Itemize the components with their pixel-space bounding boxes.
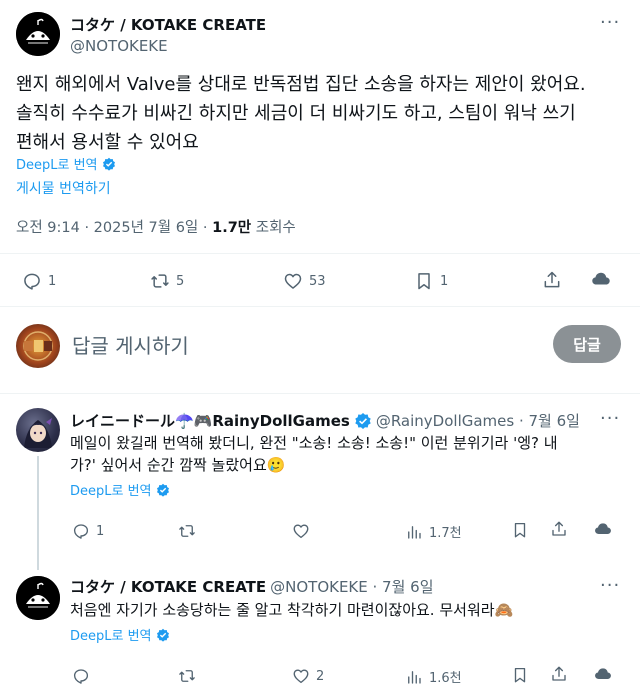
heart-icon	[293, 524, 309, 539]
reply-icon	[73, 524, 89, 539]
retweet-action[interactable]: 5	[150, 271, 184, 291]
deepl-label: DeepL로 번역	[70, 484, 152, 499]
reply-author-name[interactable]: レイニードール☂️🎮RainyDollGames	[70, 410, 350, 431]
verified-badge-icon	[102, 157, 115, 171]
bookmark-icon	[514, 522, 526, 538]
deepl-label: DeepL로 번역	[70, 629, 152, 644]
author-name[interactable]: コタケ / KOTAKE CREATE	[70, 14, 266, 35]
bookmark-action[interactable]	[511, 521, 529, 539]
views-count: 1.7만	[212, 220, 252, 236]
bookmark-icon	[514, 667, 526, 683]
views-count: 1.6천	[429, 671, 462, 686]
retweet-icon	[179, 670, 195, 682]
divider	[0, 253, 640, 254]
thread-line	[37, 456, 39, 570]
reply-text: 메일이 왔길래 번역해 봤더니, 완전 "소송! 소송! 소송!" 이런 분위기…	[70, 432, 630, 476]
divider	[0, 393, 640, 394]
bookmark-count: 1	[440, 273, 449, 289]
tweet-text-line: 편해서 용서할 수 있어요	[16, 132, 199, 153]
share-icon	[552, 521, 566, 536]
reply-count: 1	[48, 273, 57, 289]
reply-author-avatar[interactable]	[16, 408, 60, 452]
reply-input[interactable]: 답글 게시하기	[72, 330, 189, 359]
reply-header: レイニードール☂️🎮RainyDollGames @RainyDollGames…	[70, 410, 580, 431]
more-options-icon[interactable]: ···	[600, 408, 620, 429]
cloud-icon	[592, 272, 610, 285]
retweet-action[interactable]	[178, 667, 202, 685]
tweet-timestamp[interactable]: 오전 9:14 · 2025년 7월 6일 · 1.7만 조회수	[16, 216, 296, 237]
like-action[interactable]	[292, 522, 316, 540]
reply-text: 처음엔 자기가 소송당하는 줄 알고 착각하기 마련이잖아요. 무서워라🙈	[70, 599, 630, 621]
verified-badge-icon	[156, 483, 169, 497]
more-options-icon[interactable]: ···	[600, 575, 620, 596]
like-count: 2	[316, 668, 325, 684]
share-action[interactable]	[542, 270, 562, 290]
grok-action[interactable]	[590, 268, 612, 290]
analytics-icon	[408, 670, 421, 684]
tweet-text-line: 솔직히 수수료가 비싸긴 하지만 세금이 더 비싸기도 하고, 스팀이 워낙 쓰…	[16, 103, 576, 124]
reply-author-avatar[interactable]	[16, 576, 60, 620]
like-action[interactable]: 53	[283, 271, 326, 291]
bookmark-icon	[418, 273, 430, 290]
deepl-translate-link[interactable]: DeepL로 번역	[70, 625, 170, 644]
reply-action[interactable]	[72, 667, 96, 685]
bookmark-action[interactable]	[511, 666, 529, 684]
share-action[interactable]	[550, 665, 568, 683]
reply-action[interactable]: 1	[22, 271, 56, 291]
more-options-icon[interactable]: ···	[600, 12, 620, 33]
grok-action[interactable]	[593, 519, 613, 539]
reply-author-name[interactable]: コタケ / KOTAKE CREATE	[70, 576, 266, 597]
bookmark-action[interactable]: 1	[414, 271, 448, 291]
share-icon	[544, 271, 560, 288]
grok-action[interactable]	[593, 664, 613, 684]
analytics-icon	[408, 525, 421, 539]
deepl-translate-link[interactable]: DeepL로 번역	[70, 480, 170, 499]
tweet-time[interactable]: 오전 9:14 · 2025년 7월 6일 ·	[16, 220, 212, 236]
reply-icon	[24, 273, 40, 290]
retweet-icon	[179, 525, 195, 537]
like-action[interactable]: 2	[292, 667, 324, 685]
user-avatar[interactable]	[16, 324, 60, 368]
tweet-text: 왠지 해외에서 Valve를 상대로 반독점법 집단 소송을 하자는 제안이 왔…	[16, 70, 631, 157]
views-action[interactable]: 1.6천	[405, 667, 462, 686]
tweet-text-line: 왠지 해외에서 Valve를 상대로 반독점법 집단 소송을 하자는 제안이 왔…	[16, 74, 586, 95]
deepl-label: DeepL로 번역	[16, 158, 98, 173]
author-handle[interactable]: @NOTOKEKE	[70, 37, 168, 55]
reply-action[interactable]: 1	[72, 522, 104, 540]
retweet-icon	[151, 274, 169, 288]
reply-text-line: 가?' 싶어서 순간 깜짝 놀랐어요🥲	[70, 456, 286, 474]
reply-submit-button[interactable]: 답글	[553, 325, 621, 363]
divider	[0, 306, 640, 307]
reply-text-line: 처음엔 자기가 소송당하는 줄 알고 착각하기 마련이잖아요. 무서워라🙈	[70, 601, 514, 619]
deepl-translate-link[interactable]: DeepL로 번역	[16, 154, 116, 173]
views-label: 조회수	[251, 220, 296, 236]
cloud-icon	[595, 523, 611, 534]
verified-badge-icon	[156, 628, 169, 642]
heart-icon	[293, 669, 309, 684]
verified-badge-icon	[355, 412, 371, 429]
reply-handle-time[interactable]: @RainyDollGames · 7월 6일	[376, 410, 580, 431]
retweet-action[interactable]	[178, 522, 202, 540]
retweet-count: 5	[176, 273, 185, 289]
share-action[interactable]	[550, 520, 568, 538]
reply-text-line: 메일이 왔길래 번역해 봤더니, 완전 "소송! 소송! 소송!" 이런 분위기…	[70, 434, 558, 452]
views-action[interactable]: 1.7천	[405, 522, 462, 541]
author-avatar[interactable]	[16, 12, 60, 56]
reply-handle-time[interactable]: @NOTOKEKE · 7월 6일	[270, 576, 433, 597]
cloud-icon	[595, 668, 611, 679]
heart-icon	[284, 273, 302, 289]
like-count: 53	[309, 273, 326, 289]
reply-count: 1	[96, 523, 105, 539]
translate-post-link[interactable]: 게시물 번역하기	[16, 178, 111, 198]
views-count: 1.7천	[429, 526, 462, 541]
share-icon	[552, 666, 566, 681]
reply-icon	[73, 669, 89, 684]
reply-header: コタケ / KOTAKE CREATE @NOTOKEKE · 7월 6일	[70, 576, 434, 597]
